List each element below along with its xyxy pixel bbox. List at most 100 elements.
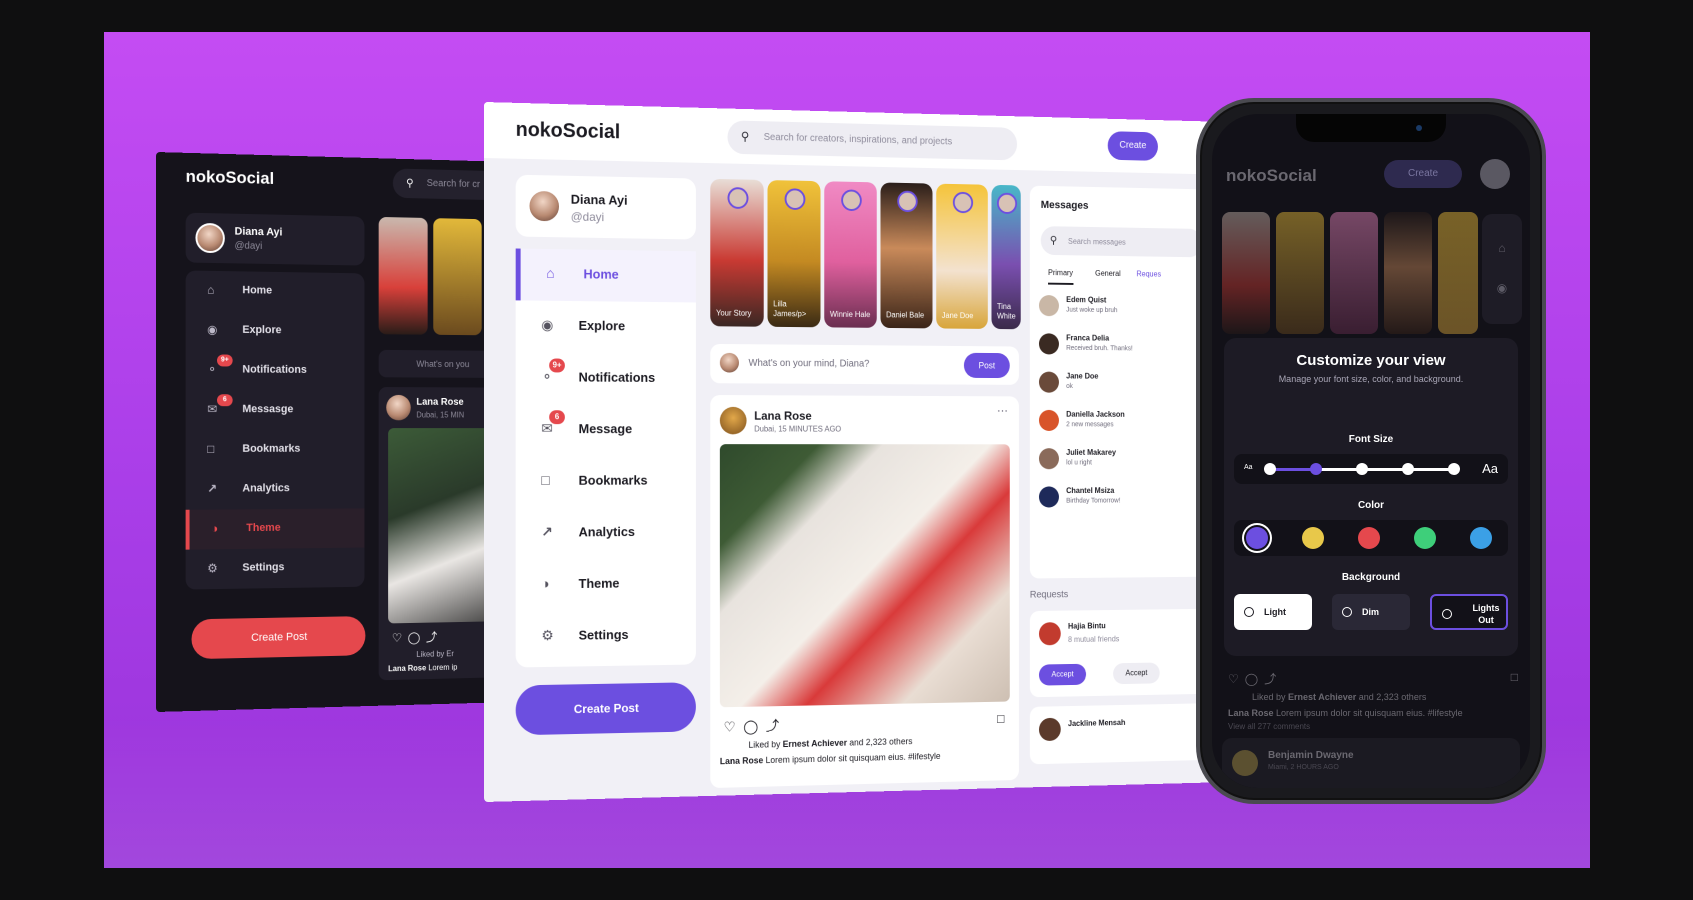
sidebar-item-explore[interactable]: ◉ Explore <box>186 310 365 351</box>
bookmark-icon[interactable]: □ <box>1511 670 1518 684</box>
story-card[interactable] <box>1384 212 1432 334</box>
more-icon[interactable]: ⋯ <box>997 404 1008 417</box>
comment-icon[interactable]: ◯ <box>743 718 766 734</box>
color-swatch-yellow[interactable] <box>1302 527 1324 549</box>
background-option-light[interactable]: Light <box>1234 594 1312 630</box>
dark-story-card[interactable] <box>433 218 482 336</box>
color-swatch-green[interactable] <box>1414 527 1436 549</box>
story-name: Winnie Hale <box>829 309 871 320</box>
heart-icon[interactable]: ♡ <box>1228 672 1245 686</box>
story-card[interactable]: Winnie Hale <box>824 181 877 328</box>
heart-icon[interactable]: ♡ <box>392 631 408 645</box>
home-icon[interactable]: ⌂ <box>1482 228 1522 268</box>
view-all-comments-link[interactable]: View all 277 comments <box>1228 722 1310 731</box>
slider-step[interactable] <box>1264 463 1276 475</box>
message-item[interactable]: Daniella Jackson 2 new messages <box>1038 408 1201 444</box>
message-item[interactable]: Juliet Makarey lol u right <box>1038 446 1201 482</box>
sidebar-item-analytics[interactable]: ↗ Analytics <box>516 507 696 560</box>
dark-story-card[interactable] <box>378 216 428 335</box>
sidebar-item-label: Theme <box>246 521 281 535</box>
bookmark-icon[interactable]: □ <box>997 711 1004 726</box>
font-small-label: Aa <box>1244 464 1253 471</box>
slider-step[interactable] <box>1448 463 1460 475</box>
story-card[interactable] <box>1222 212 1270 334</box>
sidebar-item-message[interactable]: ✉ 6 Messasge <box>186 390 365 430</box>
slider-step[interactable] <box>1356 463 1368 475</box>
modal-subtitle: Manage your font size, color, and backgr… <box>1278 374 1464 384</box>
post-button[interactable]: Post <box>963 352 1010 379</box>
sidebar-item-label: Bookmarks <box>578 472 648 488</box>
message-item[interactable]: Edem Quist Just woke up bruh <box>1038 293 1201 331</box>
comment-icon[interactable]: ◯ <box>1245 672 1264 686</box>
message-item[interactable]: Franca Delia Received bruh. Thanks! <box>1038 331 1201 368</box>
sidebar-item-settings[interactable]: ⚙ Settings <box>516 609 696 663</box>
story-card[interactable]: Tina White <box>991 184 1021 330</box>
sidebar-item-label: Explore <box>578 317 626 334</box>
story-name: Jane Doe <box>941 311 974 321</box>
composer[interactable]: What's on your mind, Diana? Post <box>710 343 1019 385</box>
message-search[interactable]: ⚲ Search messages <box>1040 226 1203 258</box>
sidebar-item-explore[interactable]: ◉ Explore <box>516 300 696 353</box>
font-size-slider[interactable]: Aa Aa <box>1234 454 1508 484</box>
sidebar-item-bookmarks[interactable]: □ Bookmarks <box>186 430 365 470</box>
tab-primary[interactable]: Primary <box>1048 268 1074 285</box>
background-option-lights-out[interactable]: Lights Out <box>1430 594 1508 630</box>
promo-stage: nokoSocial ⚲ Search for cr Diana Ayi @da… <box>104 32 1590 868</box>
search-bar[interactable]: ⚲ Search for creators, inspirations, and… <box>727 120 1018 161</box>
post-actions[interactable]: ♡◯⤴ <box>392 628 443 646</box>
dark-create-post-button[interactable]: Create Post <box>191 616 366 660</box>
compass-icon[interactable]: ◉ <box>1482 268 1522 308</box>
messages-title: Messages <box>1040 199 1089 212</box>
color-swatch-red[interactable] <box>1358 527 1380 549</box>
sidebar-item-notifications[interactable]: ⚬ 9+ Notifications <box>516 352 696 405</box>
share-icon[interactable]: ⤴ <box>766 718 787 734</box>
sidebar-item-notifications[interactable]: ⚬ 9+ Notifications <box>186 350 365 391</box>
phone-notch <box>1296 114 1446 142</box>
message-sender: Jane Doe <box>1066 371 1099 381</box>
message-item[interactable]: Chantel Msiza Birthday Tomorrow! <box>1038 484 1201 521</box>
heart-icon[interactable]: ♡ <box>724 719 744 735</box>
story-card[interactable]: Daniel Bale <box>880 182 933 329</box>
comment-icon[interactable]: ◯ <box>408 630 426 644</box>
background-option-dim[interactable]: Dim <box>1332 594 1410 630</box>
story-card[interactable] <box>1330 212 1378 334</box>
story-card[interactable]: Your Story <box>710 178 764 327</box>
sidebar-item-home[interactable]: ⌂ Home <box>186 270 365 312</box>
decline-button[interactable]: Accept <box>1113 662 1160 685</box>
story-card[interactable] <box>1276 212 1324 334</box>
message-search-placeholder: Search messages <box>1068 237 1126 247</box>
phone-create-button[interactable]: Create <box>1384 160 1462 188</box>
story-card[interactable]: Jane Doe <box>936 183 988 329</box>
tab-requests[interactable]: Reques <box>1136 270 1161 279</box>
phone-side-nav: ⌂ ◉ <box>1482 214 1522 324</box>
avatar[interactable] <box>1480 159 1510 189</box>
sidebar-item-bookmarks[interactable]: □ Bookmarks <box>516 456 696 508</box>
sidebar-item-analytics[interactable]: ↗ Analytics <box>186 469 365 510</box>
sidebar-item-settings[interactable]: ⚙ Settings <box>186 548 365 590</box>
create-post-button[interactable]: Create Post <box>515 682 696 736</box>
create-button[interactable]: Create <box>1107 131 1158 161</box>
message-item[interactable]: Jane Doe ok <box>1038 370 1201 407</box>
sidebar-item-theme[interactable]: ◑ Theme <box>185 508 365 550</box>
feed-post: Lana Rose Dubai, 15 MINUTES AGO ⋯ ♡◯⤴ □ … <box>710 395 1019 789</box>
message-sender: Chantel Msiza <box>1066 486 1115 495</box>
story-card[interactable]: Lilla James/p> <box>767 180 821 328</box>
accept-button[interactable]: Accept <box>1038 663 1087 686</box>
sidebar-item-theme[interactable]: ◑ Theme <box>516 558 696 611</box>
story-card[interactable] <box>1438 212 1478 334</box>
color-swatch-purple[interactable] <box>1246 527 1268 549</box>
color-swatch-blue[interactable] <box>1470 527 1492 549</box>
sidebar-item-message[interactable]: ✉ 6 Message <box>516 404 696 456</box>
share-icon[interactable]: ⤴ <box>1264 672 1282 686</box>
avatar <box>1038 717 1061 742</box>
share-icon[interactable]: ⤴ <box>426 630 443 644</box>
dark-profile-card[interactable]: Diana Ayi @dayi <box>185 212 365 266</box>
profile-card[interactable]: Diana Ayi @dayi <box>515 174 696 240</box>
story-avatar <box>784 188 806 211</box>
slider-step[interactable] <box>1402 463 1414 475</box>
slider-step-selected[interactable] <box>1310 463 1322 475</box>
chart-icon: ↗ <box>541 523 553 540</box>
tab-general[interactable]: General <box>1095 269 1121 278</box>
sidebar-item-label: Messasge <box>242 403 294 416</box>
sidebar-item-home[interactable]: ⌂ Home <box>515 248 696 303</box>
